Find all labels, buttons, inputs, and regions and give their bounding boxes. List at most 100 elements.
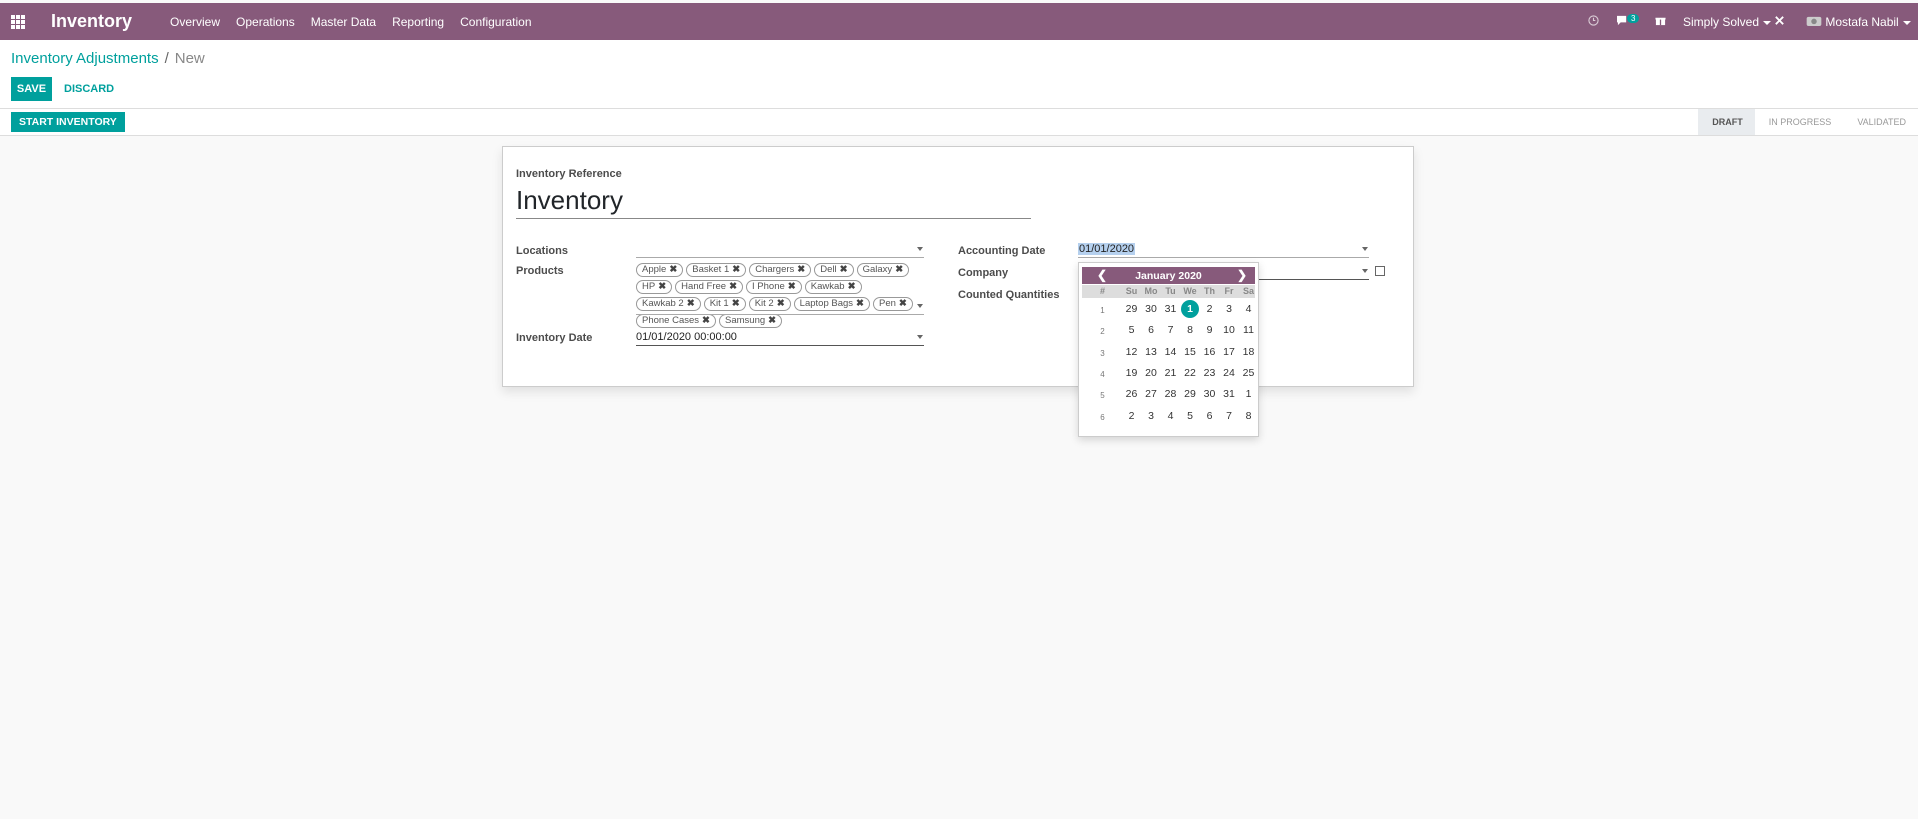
calendar-day[interactable]: 27 — [1142, 388, 1161, 400]
close-icon[interactable]: ✖ — [788, 281, 796, 292]
calendar-day[interactable]: 3 — [1220, 303, 1239, 315]
form-sheet: Inventory Reference Inventory Locations … — [502, 146, 1414, 387]
close-icon[interactable]: ✖ — [840, 264, 848, 275]
chevron-down-icon[interactable] — [1362, 247, 1368, 251]
chevron-down-icon[interactable] — [917, 304, 923, 308]
calendar-day[interactable]: 1 — [1181, 300, 1200, 318]
calendar-day[interactable]: 13 — [1142, 346, 1161, 358]
close-icon[interactable]: ✖ — [856, 298, 864, 309]
save-button[interactable]: SAVE — [11, 77, 52, 101]
calendar-day[interactable]: 31 — [1161, 303, 1180, 315]
calendar-day[interactable]: 22 — [1181, 367, 1200, 379]
calendar-day[interactable]: 9 — [1200, 324, 1219, 336]
breadcrumb-parent[interactable]: Inventory Adjustments — [11, 50, 159, 67]
close-icon[interactable]: ✖ — [848, 281, 856, 292]
calendar-day[interactable]: 4 — [1161, 410, 1180, 422]
calendar-day[interactable]: 2 — [1200, 303, 1219, 315]
calendar-day[interactable]: 30 — [1200, 388, 1219, 400]
menu-reporting[interactable]: Reporting — [392, 15, 444, 29]
close-icon[interactable]: ✖ — [732, 298, 740, 309]
calendar-day[interactable]: 14 — [1161, 346, 1180, 358]
products-input[interactable] — [636, 304, 924, 315]
calendar-day[interactable]: 15 — [1181, 346, 1200, 358]
activity-clock-icon[interactable] — [1588, 15, 1599, 29]
calendar-day[interactable]: 28 — [1161, 388, 1180, 400]
calendar-day[interactable]: 18 — [1239, 346, 1258, 358]
calendar-day[interactable]: 8 — [1181, 324, 1200, 336]
external-link-icon[interactable] — [1375, 266, 1385, 276]
calendar-day[interactable]: 19 — [1122, 367, 1141, 379]
calendar-day[interactable]: 20 — [1142, 367, 1161, 379]
chevron-down-icon[interactable] — [1362, 269, 1368, 273]
stage-validated[interactable]: VALIDATED — [1843, 109, 1918, 135]
close-icon[interactable]: ✖ — [702, 315, 710, 326]
product-tag: HP ✖ — [636, 280, 673, 294]
menu-configuration[interactable]: Configuration — [460, 15, 531, 29]
calendar-day[interactable]: 6 — [1142, 324, 1161, 336]
close-icon[interactable]: ✖ — [729, 281, 737, 292]
menu-overview[interactable]: Overview — [170, 15, 220, 29]
gift-icon[interactable] — [1655, 15, 1666, 29]
messages-icon[interactable]: 3 — [1616, 14, 1640, 29]
week-number: 3 — [1100, 348, 1105, 358]
calendar-day[interactable]: 31 — [1220, 388, 1239, 400]
chevron-down-icon[interactable] — [917, 335, 923, 339]
calendar-day[interactable]: 21 — [1161, 367, 1180, 379]
calendar-day[interactable]: 16 — [1200, 346, 1219, 358]
calendar-day[interactable]: 8 — [1239, 410, 1258, 422]
calendar-day[interactable]: 2 — [1122, 410, 1141, 422]
calendar-day[interactable]: 12 — [1122, 346, 1141, 358]
calendar-day[interactable]: 6 — [1200, 410, 1219, 422]
user-menu[interactable]: Mostafa Nabil — [1806, 15, 1911, 29]
start-inventory-button[interactable]: START INVENTORY — [11, 112, 125, 132]
locations-input[interactable] — [636, 243, 924, 258]
close-icon[interactable]: ✖ — [687, 298, 695, 309]
calendar-day[interactable]: 10 — [1220, 324, 1239, 336]
top-navbar: Inventory Overview Operations Master Dat… — [0, 3, 1918, 40]
menu-operations[interactable]: Operations — [236, 15, 295, 29]
counted-quantities-label: Counted Quantities — [958, 289, 1060, 301]
calendar-day[interactable]: 1 — [1239, 388, 1258, 400]
calendar-day[interactable]: 17 — [1220, 346, 1239, 358]
close-icon[interactable]: ✖ — [777, 298, 785, 309]
chevron-right-icon[interactable]: ❯ — [1237, 268, 1247, 282]
calendar-day[interactable]: 4 — [1239, 303, 1258, 315]
menu-master-data[interactable]: Master Data — [311, 15, 376, 29]
calendar-day[interactable]: 5 — [1181, 410, 1200, 422]
close-icon[interactable]: ✖ — [768, 315, 776, 326]
accounting-date-input[interactable]: 01/01/2020 — [1078, 243, 1369, 258]
apps-menu-icon[interactable] — [11, 15, 25, 29]
inventory-date-input[interactable]: 01/01/2020 00:00:00 — [636, 331, 924, 346]
weekday-label: Mo — [1144, 286, 1158, 296]
company-switcher[interactable]: Simply Solved — [1683, 15, 1772, 29]
chevron-down-icon — [1763, 20, 1772, 25]
discard-button[interactable]: DISCARD — [58, 77, 120, 101]
calendar-day[interactable]: 25 — [1239, 367, 1258, 379]
close-icon[interactable]: ✖ — [899, 298, 907, 309]
close-icon[interactable]: ✖ — [732, 264, 740, 275]
calendar-day[interactable]: 7 — [1220, 410, 1239, 422]
calendar-day[interactable]: 24 — [1220, 367, 1239, 379]
calendar-day[interactable]: 30 — [1142, 303, 1161, 315]
chevron-down-icon[interactable] — [917, 247, 923, 251]
calendar-day[interactable]: 3 — [1142, 410, 1161, 422]
calendar-day[interactable]: 5 — [1122, 324, 1141, 336]
selected-day[interactable]: 1 — [1181, 300, 1199, 318]
close-icon[interactable]: ✖ — [658, 281, 666, 292]
date-picker-month[interactable]: January 2020 — [1082, 270, 1255, 282]
close-icon[interactable]: ✖ — [669, 264, 677, 275]
stage-in-progress[interactable]: IN PROGRESS — [1755, 109, 1844, 135]
tools-icon[interactable] — [1774, 15, 1785, 29]
close-icon[interactable]: ✖ — [895, 264, 903, 275]
calendar-day[interactable]: 26 — [1122, 388, 1141, 400]
calendar-day[interactable]: 29 — [1122, 303, 1141, 315]
calendar-day[interactable]: 7 — [1161, 324, 1180, 336]
calendar-day[interactable]: 11 — [1239, 324, 1258, 336]
stage-draft[interactable]: DRAFT — [1698, 109, 1755, 135]
reference-input[interactable]: Inventory — [516, 185, 1031, 219]
app-brand[interactable]: Inventory — [51, 11, 132, 32]
weekday-label: Tu — [1165, 286, 1176, 296]
close-icon[interactable]: ✖ — [797, 264, 805, 275]
calendar-day[interactable]: 23 — [1200, 367, 1219, 379]
calendar-day[interactable]: 29 — [1181, 388, 1200, 400]
